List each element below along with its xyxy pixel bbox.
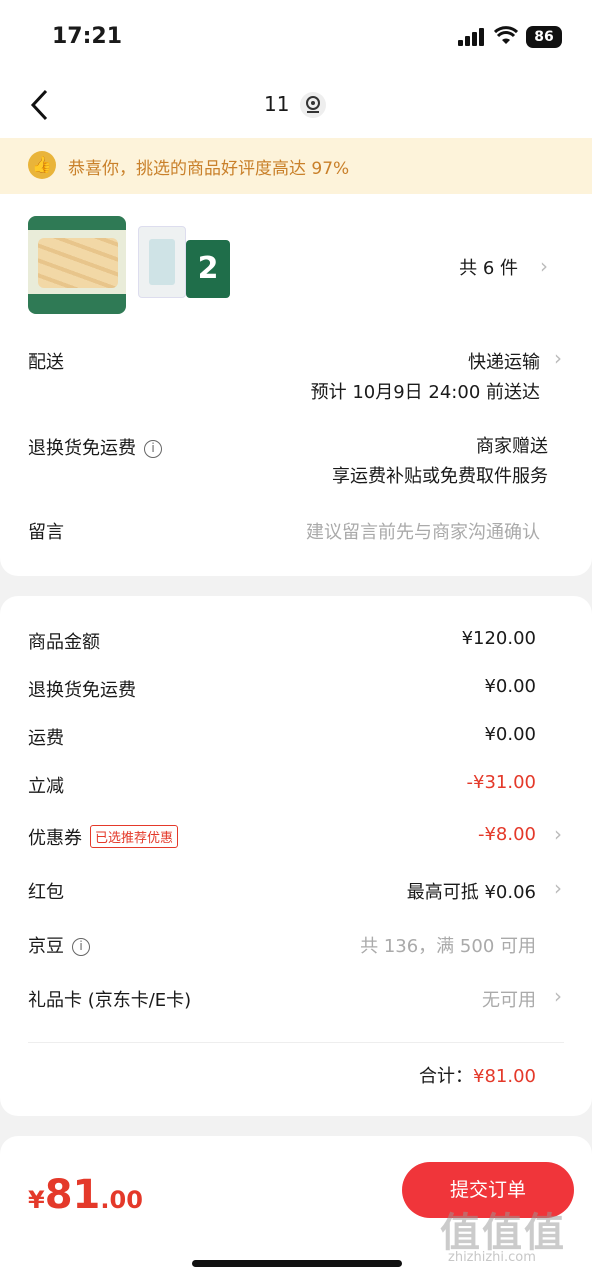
banner-text: 恭喜你，挑选的商品好评度高达 97% xyxy=(68,159,350,179)
return-fee-label: 退换货免运费 i xyxy=(28,434,162,460)
price-row-label: 立减 xyxy=(28,776,64,797)
currency-symbol: ¥ xyxy=(28,1186,45,1214)
product-count[interactable]: 共 6 件 xyxy=(459,254,518,280)
delivery-method[interactable]: 快递运输 xyxy=(468,348,540,374)
chevron-right-icon[interactable]: › xyxy=(540,254,548,278)
price-row-label: 退换货免运费 xyxy=(28,680,136,701)
wifi-icon xyxy=(494,26,518,44)
chevron-right-icon[interactable]: › xyxy=(554,346,562,370)
order-card: 2 共 6 件 › 配送 快递运输 › 预计 10月9日 24:00 前送达 退… xyxy=(0,194,592,576)
coupon-value[interactable]: -¥8.00 xyxy=(478,824,536,845)
return-fee-label-text: 退换货免运费 xyxy=(28,438,136,459)
info-icon[interactable]: i xyxy=(72,938,90,956)
battery-icon: 86 xyxy=(526,26,562,48)
price-card: 商品金额 ¥120.00 退换货免运费 ¥0.00 运费 ¥0.00 立减 -¥… xyxy=(0,596,592,1116)
discount-value: -¥31.00 xyxy=(466,772,536,793)
rating-banner: 👍 恭喜你，挑选的商品好评度高达 97% xyxy=(0,138,592,194)
delivery-label: 配送 xyxy=(28,352,64,373)
red-packet-value[interactable]: 最高可抵 ¥0.06 xyxy=(407,878,536,904)
jingdou-value: 共 136，满 500 可用 xyxy=(360,936,536,957)
status-bar: 17:21 86 xyxy=(0,0,592,72)
price-row-value: ¥0.00 xyxy=(484,724,536,745)
price-row-label: 礼品卡 (京东卡/E卡) xyxy=(28,990,192,1011)
delivery-eta: 预计 10月9日 24:00 前送达 xyxy=(310,382,540,403)
coupon-tag: 已选推荐优惠 xyxy=(90,825,179,848)
price-row-label: 商品金额 xyxy=(28,632,100,653)
home-indicator[interactable] xyxy=(192,1260,402,1267)
coupon-label[interactable]: 优惠券 已选推荐优惠 xyxy=(28,824,179,850)
subtotal-label: 合计： xyxy=(419,1066,474,1087)
info-icon[interactable]: i xyxy=(144,440,162,458)
price-row-value: ¥0.00 xyxy=(484,676,536,697)
coupon-label-text: 优惠券 xyxy=(28,828,82,849)
page-title: 11 xyxy=(264,92,290,116)
price-row-label: 运费 xyxy=(28,728,64,749)
subtotal-value: ¥81.00 xyxy=(473,1066,536,1087)
price-row-value: ¥120.00 xyxy=(461,628,536,649)
jingdou-label-text: 京豆 xyxy=(28,936,64,957)
chevron-right-icon[interactable]: › xyxy=(554,876,562,900)
chevron-right-icon[interactable]: › xyxy=(554,984,562,1008)
return-fee-desc: 享运费补贴或免费取件服务 xyxy=(332,466,548,487)
total-dec: .00 xyxy=(100,1186,143,1214)
return-fee-value: 商家赠送 xyxy=(476,436,548,457)
message-label: 留言 xyxy=(28,522,64,543)
thumbs-up-icon: 👍 xyxy=(28,151,56,179)
signal-icon xyxy=(458,28,484,46)
product-image-biscuit[interactable] xyxy=(28,216,126,314)
chevron-right-icon[interactable]: › xyxy=(554,822,562,846)
price-row-label: 红包 xyxy=(28,882,64,903)
jingdou-label: 京豆 i xyxy=(28,932,90,958)
status-time: 17:21 xyxy=(52,24,123,49)
back-icon[interactable] xyxy=(28,88,50,122)
message-input[interactable]: 建议留言前先与商家沟通确认 xyxy=(306,518,540,544)
location-icon[interactable] xyxy=(300,92,326,118)
total-int: 81 xyxy=(44,1172,101,1218)
product-image-box[interactable]: 2 xyxy=(186,240,230,298)
product-image-pack[interactable] xyxy=(138,226,186,298)
nav-bar: 11 xyxy=(0,72,592,138)
gift-card-value[interactable]: 无可用 xyxy=(482,986,536,1012)
watermark-text: zhizhizhi.com xyxy=(448,1250,536,1265)
subtotal: 合计：¥81.00 xyxy=(419,1062,536,1088)
total-price: ¥81.00 xyxy=(28,1172,143,1218)
divider xyxy=(28,1042,564,1043)
